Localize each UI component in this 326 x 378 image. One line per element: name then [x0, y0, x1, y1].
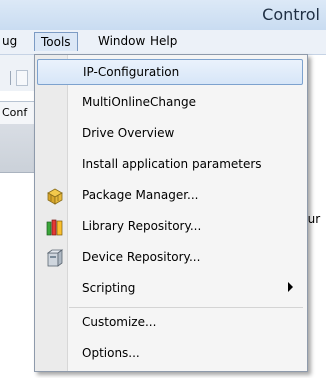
toolbar-separator [10, 71, 11, 85]
menu-item-label: IP-Configuration [83, 65, 180, 79]
menu-item-label: Install application parameters [82, 157, 262, 171]
menu-item-label: Drive Overview [82, 126, 175, 140]
menu-item-package-manager[interactable]: Package Manager... [37, 183, 303, 209]
menu-item-label: Customize... [82, 315, 157, 329]
menu-bar: ug Tools Window Help [0, 30, 326, 55]
menu-item-scripting[interactable]: Scripting [37, 276, 303, 302]
menu-item-library-repository[interactable]: Library Repository... [37, 214, 303, 240]
menu-item-label: MultiOnlineChange [82, 95, 196, 109]
menu-item-ip-configuration[interactable]: IP-Configuration [37, 59, 303, 85]
menu-item-label: Library Repository... [82, 219, 202, 233]
menu-item-device-repository[interactable]: Device Repository... [37, 245, 303, 271]
tools-dropdown-menu: IP-Configuration MultiOnlineChange Drive… [34, 54, 308, 372]
menu-item-options[interactable]: Options... [37, 341, 303, 367]
menu-window[interactable]: Window [98, 34, 145, 48]
menu-item-label: Options... [82, 346, 140, 360]
menu-separator [69, 307, 303, 308]
device-icon [46, 249, 64, 267]
window-titlebar: Control [0, 0, 326, 31]
tab-configuration-label: Conf [2, 106, 28, 119]
menu-item-label: Device Repository... [82, 250, 201, 264]
menu-item-label: Package Manager... [82, 188, 199, 202]
menu-help[interactable]: Help [150, 34, 177, 48]
menu-item-customize[interactable]: Customize... [37, 310, 303, 336]
menu-item-install-application-parameters[interactable]: Install application parameters [37, 152, 303, 178]
submenu-arrow-icon [288, 282, 293, 292]
package-icon [47, 188, 63, 205]
menu-debug[interactable]: ug [2, 34, 17, 48]
menu-item-multionlinechange[interactable]: MultiOnlineChange [37, 90, 303, 116]
toolbar-document-icon[interactable] [16, 70, 28, 86]
menu-tools[interactable]: Tools [34, 32, 78, 51]
menu-item-drive-overview[interactable]: Drive Overview [37, 121, 303, 147]
library-books-icon [46, 219, 63, 236]
menu-item-label: Scripting [82, 281, 136, 295]
window-title: Control [262, 5, 320, 24]
